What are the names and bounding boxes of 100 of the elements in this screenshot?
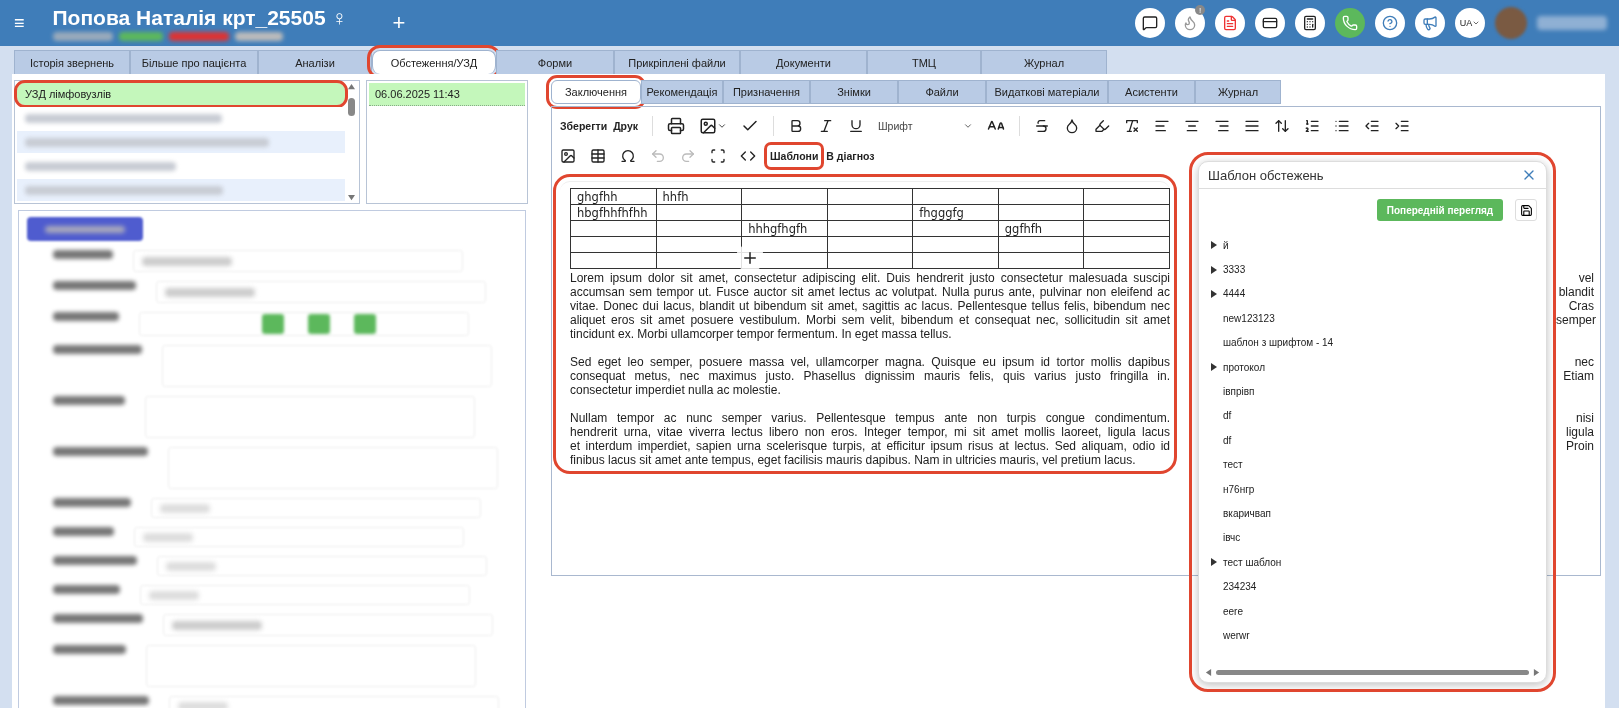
image-icon[interactable] (560, 148, 576, 164)
editor-tab[interactable]: Рекомендація (641, 80, 723, 104)
scroll-down-arrow-icon[interactable] (347, 194, 355, 201)
select-field[interactable] (163, 614, 493, 636)
fullscreen-icon[interactable] (710, 148, 726, 164)
body-text-fragment: Cras (1567, 299, 1594, 313)
megaphone-icon[interactable] (1415, 8, 1445, 38)
add-button[interactable]: + (392, 10, 406, 36)
editor-tab[interactable]: Файли (898, 80, 986, 104)
template-item[interactable]: івпрівп (1211, 379, 1546, 404)
strikethrough-icon[interactable] (1033, 118, 1050, 134)
template-item[interactable]: 3333 (1211, 257, 1546, 282)
numbered-list-icon[interactable] (1303, 118, 1320, 134)
save-button[interactable]: Зберегти (560, 120, 608, 132)
to-diagnosis-button[interactable]: В діагноз (826, 150, 875, 162)
panel-title: Шаблон обстежень (1208, 167, 1324, 183)
main-tab[interactable]: Аналізи (258, 50, 372, 74)
template-item[interactable]: 4444 (1211, 281, 1546, 307)
highlighter-icon[interactable] (1093, 118, 1110, 134)
template-item[interactable]: івчс (1211, 525, 1546, 551)
template-item[interactable]: шаблон з шрифтом - 14 (1211, 330, 1546, 355)
scroll-up-arrow-icon[interactable] (347, 83, 355, 90)
align-right-icon[interactable] (1213, 118, 1230, 134)
caret-icon[interactable] (717, 121, 727, 131)
pdf-icon[interactable] (1215, 8, 1245, 38)
card-icon[interactable] (1255, 8, 1285, 38)
indent-icon[interactable] (1393, 118, 1410, 134)
input-field[interactable] (157, 556, 487, 576)
template-item[interactable]: вкаричвап (1211, 501, 1546, 526)
main-tab[interactable]: Більше про пацієнта (130, 50, 258, 74)
template-item[interactable]: тест (1211, 452, 1546, 477)
expand-arrow-icon[interactable] (1211, 265, 1217, 274)
date-list-item[interactable]: 06.06.2025 11:43 (369, 83, 525, 106)
body-text-line: hendrerit urna, vitae viverra lectus libero non eros. Integer tempor, mi sit amet mollis laoreet, ligula lacus (570, 425, 1170, 439)
editor-tab[interactable]: Асистенти (1108, 80, 1195, 104)
help-icon[interactable] (1375, 8, 1405, 38)
scroll-right-arrow-icon[interactable] (1533, 668, 1540, 676)
template-item[interactable]: й (1211, 233, 1546, 258)
exam-list-item[interactable]: УЗД лімфовузлів (17, 83, 345, 105)
omega-icon[interactable] (620, 148, 636, 164)
body-text-fragment: nec (1573, 355, 1594, 369)
editor-tab[interactable]: Призначення (723, 80, 810, 104)
scrollbar-thumb[interactable] (347, 98, 355, 116)
line-height-icon[interactable] (1273, 118, 1290, 134)
notification-button[interactable]: ! (1175, 8, 1205, 38)
save-icon[interactable] (1515, 199, 1537, 221)
template-item[interactable]: н76нгр (1211, 476, 1546, 502)
expand-arrow-icon[interactable] (1211, 558, 1217, 567)
expand-arrow-icon[interactable] (1211, 363, 1217, 372)
expand-arrow-icon[interactable] (1211, 289, 1217, 298)
calculator-icon[interactable] (1295, 8, 1325, 38)
editor-tab[interactable]: Видаткові матеріали (986, 80, 1108, 104)
main-tab[interactable]: Журнал (981, 50, 1107, 74)
main-tab[interactable]: ТМЦ (867, 50, 981, 74)
scroll-left-arrow-icon[interactable] (1205, 668, 1212, 676)
image-icon[interactable] (699, 117, 717, 135)
table-cell: hbgfhhfhfhh (570, 204, 657, 221)
templates-button[interactable]: Шаблони (764, 142, 825, 170)
editor-tab[interactable]: Знімки (810, 80, 898, 104)
input-field[interactable] (151, 498, 481, 518)
print-button[interactable]: Друк (613, 120, 638, 132)
input-field[interactable] (140, 585, 470, 605)
bullet-list-icon[interactable] (1333, 118, 1350, 134)
main-tab[interactable]: Документи (740, 50, 867, 74)
expand-arrow-icon[interactable] (1211, 241, 1217, 250)
redacted-label (53, 312, 119, 321)
outdent-icon[interactable] (1363, 118, 1380, 134)
chat-icon[interactable] (1135, 8, 1165, 38)
template-item[interactable]: werwr (1211, 623, 1546, 648)
phone-icon[interactable] (1335, 8, 1365, 38)
bold-icon[interactable] (788, 118, 804, 134)
align-justify-icon[interactable] (1243, 118, 1260, 134)
template-item[interactable]: 234234 (1211, 574, 1546, 599)
align-center-icon[interactable] (1183, 118, 1200, 134)
clear-format-icon[interactable] (1123, 118, 1140, 134)
editor-tab[interactable]: Журнал (1195, 80, 1281, 104)
main-tab[interactable]: Історія звернень (14, 50, 130, 74)
body-text-line: et interdum imperdiet, sapien urna scelerisque turpis, at efficitur ipsum risus at lectus. Sed aliquam, odio id (570, 439, 1170, 453)
template-item[interactable]: eere (1211, 598, 1546, 624)
table-cell: hhhgfhgfh (741, 220, 828, 237)
template-item[interactable]: new123123 (1211, 306, 1546, 331)
menu-icon[interactable]: ≡ (14, 12, 25, 34)
select-field[interactable] (156, 281, 486, 303)
main-tab[interactable]: Форми (496, 50, 614, 74)
align-left-icon[interactable] (1153, 118, 1170, 134)
template-item[interactable]: тест шаблон (1211, 550, 1546, 575)
input-field[interactable] (134, 527, 464, 547)
template-item[interactable]: протокол (1211, 354, 1546, 380)
scrollbar-thumb[interactable] (1216, 669, 1529, 675)
code-icon[interactable] (740, 148, 756, 164)
template-item[interactable]: df (1211, 428, 1546, 453)
italic-icon[interactable] (818, 118, 834, 134)
template-item[interactable]: df (1211, 403, 1546, 429)
language-selector[interactable]: UA (1455, 8, 1485, 38)
font-dropdown[interactable]: Шрифт (878, 120, 973, 132)
main-tab[interactable]: Прикріплені файли (614, 50, 740, 74)
table-icon[interactable] (590, 148, 606, 164)
select-field[interactable] (133, 250, 463, 272)
printer-icon[interactable] (667, 117, 685, 135)
underline-icon[interactable] (848, 118, 864, 134)
